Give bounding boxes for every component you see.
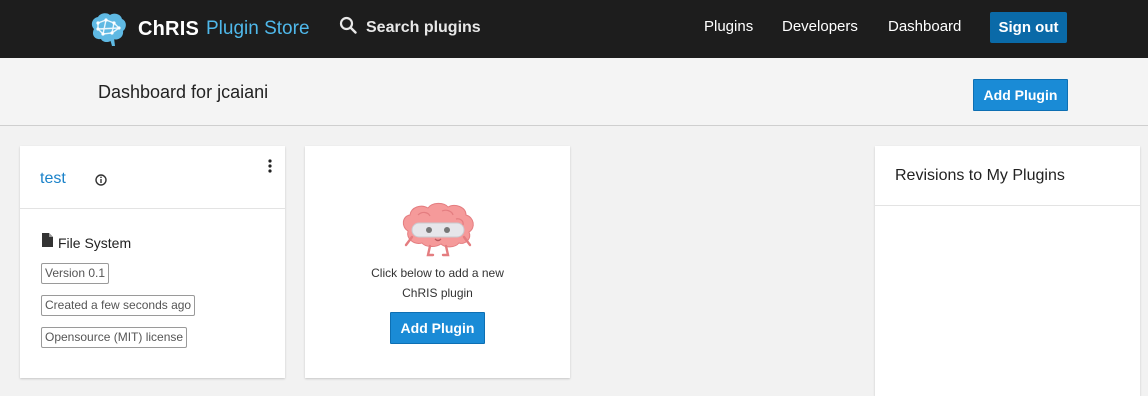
plugin-card-header: test <box>20 146 285 209</box>
empty-state-line-1: Click below to add a new <box>371 266 504 280</box>
revisions-title: Revisions to My Plugins <box>895 167 1065 184</box>
plugin-card: test File System Version 0.1 Created a f… <box>20 146 285 378</box>
add-plugin-card: Click below to add a new ChRIS plugin Ad… <box>305 146 570 378</box>
brand-name: ChRIS <box>138 17 199 40</box>
plugin-name-link[interactable]: test <box>40 170 66 188</box>
search-icon <box>339 16 357 39</box>
page-title: Dashboard for jcaiani <box>98 82 269 102</box>
kebab-menu-icon[interactable] <box>267 159 273 178</box>
nav-link-developers[interactable]: Developers <box>782 18 858 35</box>
plugin-category-label: File System <box>58 234 132 251</box>
brand-subtitle: Plugin Store <box>206 18 310 39</box>
search-placeholder: Search plugins <box>366 18 481 36</box>
license-badge: Opensource (MIT) license <box>41 327 188 348</box>
empty-state-text: Click below to add a new ChRIS plugin <box>305 263 570 303</box>
empty-state-line-2: ChRIS plugin <box>402 286 473 300</box>
file-icon <box>42 233 53 252</box>
nav-link-plugins[interactable]: Plugins <box>704 18 753 35</box>
search-plugins-field[interactable]: Search plugins <box>339 16 481 39</box>
brand-logo-link[interactable]: ChRIS Plugin Store <box>88 9 310 49</box>
info-icon[interactable] <box>95 173 107 191</box>
brain-mascot-icon <box>398 201 478 264</box>
plugin-category: File System <box>42 233 131 252</box>
brain-logo-icon <box>88 11 128 47</box>
sign-out-button[interactable]: Sign out <box>990 12 1067 43</box>
revisions-card-header: Revisions to My Plugins <box>875 146 1140 206</box>
top-navbar: ChRIS Plugin Store Search plugins Plugin… <box>0 0 1148 58</box>
version-badge: Version 0.1 <box>41 263 110 284</box>
created-badge: Created a few seconds ago <box>41 295 196 316</box>
add-plugin-button[interactable]: Add Plugin <box>973 79 1068 111</box>
nav-link-dashboard[interactable]: Dashboard <box>888 18 961 35</box>
revisions-card: Revisions to My Plugins <box>875 146 1140 396</box>
dashboard-header: Dashboard for jcaiani Add Plugin <box>0 58 1148 126</box>
add-plugin-card-button[interactable]: Add Plugin <box>390 312 485 344</box>
